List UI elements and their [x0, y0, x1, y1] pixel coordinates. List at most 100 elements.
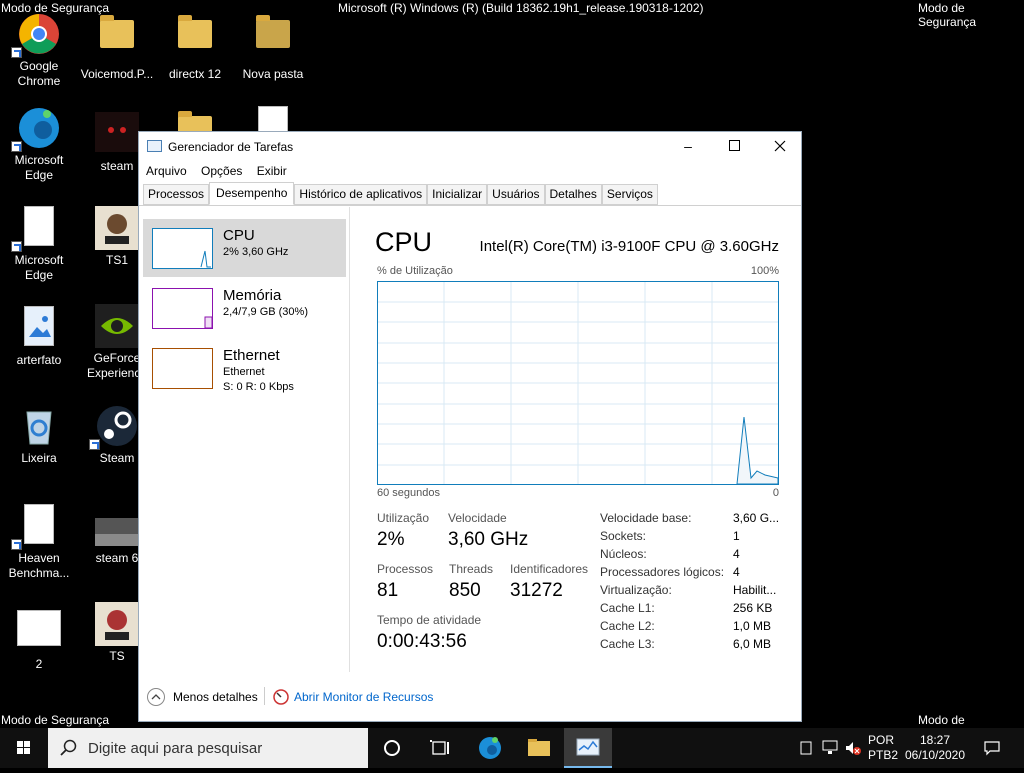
detail-key: Velocidade base: [600, 511, 692, 525]
processos-label: Processos [377, 562, 434, 576]
taskbar-task-manager[interactable] [564, 728, 612, 768]
detail-value: 1,0 MB [733, 619, 772, 633]
search-box[interactable]: Digite aqui para pesquisar [48, 728, 368, 768]
desktop-icon-heaven[interactable]: Heaven Benchma... [0, 504, 78, 581]
task-manager-icon [576, 738, 600, 756]
panel-title: CPU [375, 227, 433, 257]
memory-mini-graph [152, 288, 213, 329]
file-icon [24, 206, 54, 246]
tab-usuarios[interactable]: Usuários [487, 184, 545, 205]
desktop-icon-edge-2[interactable]: Microsoft Edge [0, 206, 78, 283]
volume-muted-icon[interactable] [844, 740, 862, 756]
less-details-link[interactable]: Menos detalhes [173, 690, 258, 704]
detail-value: Habilit... [733, 583, 777, 597]
resource-ethernet[interactable]: Ethernet Ethernet S: 0 R: 0 Kbps [143, 339, 346, 397]
tempo-label: Tempo de atividade [377, 613, 482, 627]
graph-label: % de Utilização [377, 265, 453, 277]
cpu-model: Intel(R) Core(TM) i3-9100F CPU @ 3.60GHz [479, 238, 779, 255]
taskbar-explorer[interactable] [515, 728, 563, 768]
desktop-icon-voicemod[interactable]: Voicemod.P... [78, 12, 156, 82]
detail-value: 6,0 MB [733, 637, 772, 651]
resource-cpu[interactable]: CPU 2% 3,60 GHz [143, 219, 346, 277]
action-center-icon[interactable] [984, 740, 1000, 756]
menu-bar: Arquivo Opções Exibir [139, 160, 801, 182]
steam-icon [97, 406, 137, 446]
safe-mode-label: Modo de Segurança [918, 1, 977, 29]
processos-value: 81 [377, 580, 399, 601]
folder-icon [528, 739, 550, 756]
identificadores-value: 31272 [510, 580, 563, 601]
identificadores-label: Identificadores [510, 562, 589, 576]
desktop-icon-lixeira[interactable]: Lixeira [0, 404, 78, 466]
tab-inicializar[interactable]: Inicializar [427, 184, 488, 205]
tab-detalhes[interactable]: Detalhes [544, 184, 602, 205]
resource-monitor-icon [273, 689, 289, 705]
resource-monitor-link[interactable]: Abrir Monitor de Recursos [294, 690, 433, 704]
steam-image-icon [95, 112, 139, 152]
detail-value: 4 [733, 547, 740, 561]
desktop-icon-chrome[interactable]: Google Chrome [0, 12, 78, 89]
desktop-icon-directx[interactable]: directx 12 [156, 12, 234, 82]
cortana-button[interactable] [368, 728, 416, 768]
resource-list: CPU 2% 3,60 GHz Memória 2,4/7,9 GB (30%)… [139, 207, 350, 672]
desktop-icon-nova-pasta[interactable]: Nova pasta [234, 12, 312, 82]
edge-icon [19, 108, 59, 148]
cpu-detail-panel: CPU Intel(R) Core(TM) i3-9100F CPU @ 3.6… [361, 207, 791, 672]
task-view-button[interactable] [416, 728, 464, 768]
search-placeholder: Digite aqui para pesquisar [88, 740, 263, 757]
detail-key: Núcleos: [600, 547, 647, 561]
menu-opcoes[interactable]: Opções [201, 160, 242, 182]
search-icon [60, 739, 77, 756]
resource-memory[interactable]: Memória 2,4/7,9 GB (30%) [143, 279, 346, 337]
detail-value: 256 KB [733, 601, 773, 615]
network-icon[interactable] [822, 740, 838, 755]
resource-throughput: S: 0 R: 0 Kbps [223, 381, 294, 393]
title-bar[interactable]: Gerenciador de Tarefas – [139, 132, 801, 160]
detail-key: Processadores lógicos: [600, 565, 725, 579]
resource-detail: 2,4/7,9 GB (30%) [223, 306, 308, 318]
menu-arquivo[interactable]: Arquivo [146, 160, 187, 182]
menu-exibir[interactable]: Exibir [257, 160, 287, 182]
tempo-value: 0:00:43:56 [377, 631, 467, 652]
notification-area-icon[interactable] [800, 741, 812, 755]
chrome-icon [19, 14, 59, 54]
footer: Menos detalhes Abrir Monitor de Recursos [139, 671, 801, 721]
chevron-up-icon[interactable] [147, 688, 165, 706]
velocidade-label: Velocidade [448, 511, 507, 525]
input-language[interactable]: POR PTB2 [868, 733, 898, 763]
threads-value: 850 [449, 580, 481, 601]
desktop-icon-arterfato[interactable]: arterfato [0, 306, 78, 368]
detail-value: 4 [733, 565, 740, 579]
start-button[interactable] [0, 728, 48, 768]
detail-value: 1 [733, 529, 740, 543]
tab-desempenho[interactable]: Desempenho [209, 182, 295, 205]
cortana-icon [384, 740, 400, 756]
clock[interactable]: 18:27 06/10/2020 [902, 733, 968, 763]
folder-icon [178, 15, 212, 48]
close-button[interactable] [757, 132, 803, 160]
folder-icon [100, 15, 134, 48]
desktop-icon-2[interactable]: 2 [0, 606, 78, 672]
minimize-button[interactable]: – [665, 132, 711, 160]
taskbar: Digite aqui para pesquisar POR PTB2 18:2… [0, 728, 1024, 768]
clock-time: 18:27 [919, 733, 951, 747]
taskbar-edge[interactable] [466, 728, 514, 768]
image-thumbnail-icon [95, 518, 139, 546]
maximize-button[interactable] [711, 132, 757, 160]
resource-name: Ethernet [223, 347, 280, 364]
task-manager-icon [147, 140, 162, 152]
tab-processos[interactable]: Processos [143, 184, 210, 205]
tab-historico[interactable]: Histórico de aplicativos [294, 184, 428, 205]
desktop-icon-edge[interactable]: Microsoft Edge [0, 106, 78, 183]
tab-servicos[interactable]: Serviços [601, 184, 658, 205]
window-title: Gerenciador de Tarefas [168, 140, 294, 154]
ethernet-mini-graph [152, 348, 213, 389]
edge-icon [479, 737, 501, 759]
velocidade-value: 3,60 GHz [448, 529, 529, 550]
task-manager-window: Gerenciador de Tarefas – Arquivo Opções … [138, 131, 802, 722]
detail-key: Virtualização: [600, 583, 672, 597]
divider [264, 687, 265, 705]
clock-date: 06/10/2020 [904, 748, 966, 762]
build-label: Microsoft (R) Windows (R) (Build 18362.1… [338, 1, 704, 15]
graph-max: 100% [750, 265, 779, 277]
